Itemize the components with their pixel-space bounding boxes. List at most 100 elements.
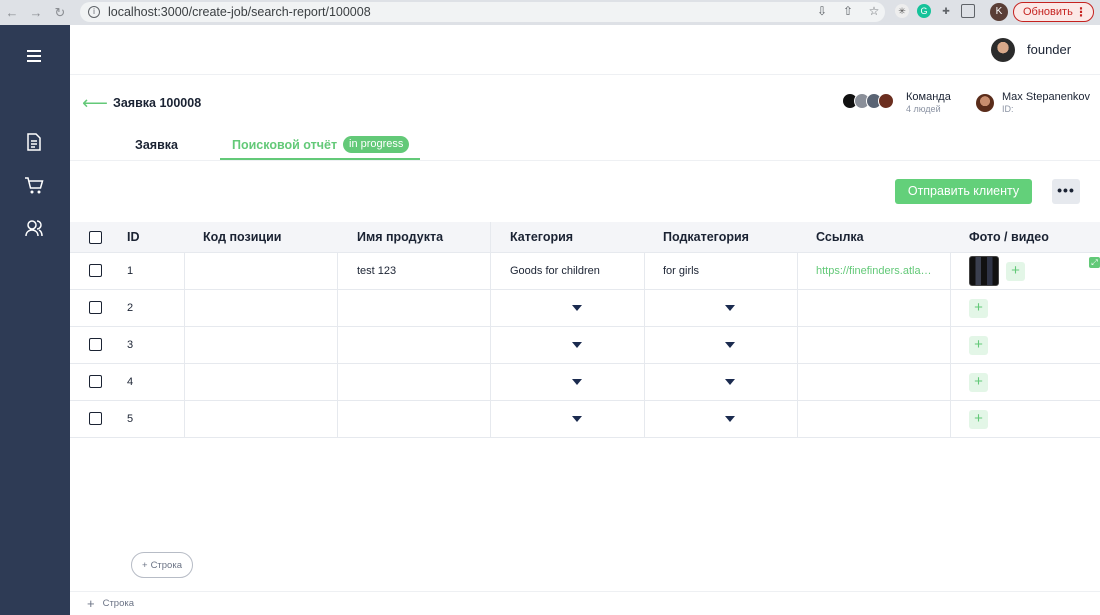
column-header[interactable]: Ссылка [816, 230, 864, 244]
sidebar [0, 25, 70, 615]
menu-icon[interactable] [23, 45, 45, 67]
users-icon[interactable] [23, 217, 45, 239]
share-icon[interactable]: ⇧ [841, 4, 855, 18]
column-header[interactable]: ID [127, 230, 140, 244]
team-count: 4 людей [906, 104, 941, 114]
chevron-down-icon[interactable] [572, 305, 582, 311]
report-table: ID Код позиции Имя продукта Категория По… [70, 222, 1100, 438]
extension-icon[interactable]: ✳ [895, 4, 909, 18]
category-cell[interactable]: Goods for children [510, 253, 600, 289]
info-icon[interactable]: i [88, 6, 100, 18]
add-media-button[interactable]: + [969, 409, 988, 429]
chevron-down-icon[interactable] [725, 416, 735, 422]
table-row: 5 + [70, 401, 1100, 438]
column-header[interactable]: Имя продукта [357, 230, 443, 244]
row-id: 3 [127, 339, 134, 351]
row-id: 5 [127, 413, 134, 425]
tab-request[interactable]: Заявка [135, 138, 178, 152]
top-header: founder [70, 25, 1100, 75]
team-avatar [878, 93, 894, 109]
photo-cell: + [969, 290, 988, 326]
photo-cell: + [969, 364, 988, 400]
more-options-button[interactable]: ••• [1052, 179, 1080, 204]
add-media-button[interactable]: + [969, 298, 988, 318]
add-media-button[interactable]: + [969, 335, 988, 355]
subcategory-dropdown[interactable] [725, 364, 735, 400]
chevron-down-icon[interactable] [572, 379, 582, 385]
table-row: 1 test 123 Goods for children for girls http… [70, 253, 1100, 290]
send-to-client-button[interactable]: Отправить клиенту [895, 179, 1032, 204]
address-bar[interactable]: i localhost:3000/create-job/search-repor… [80, 2, 885, 22]
team-avatars[interactable] [842, 93, 894, 109]
sidepanel-icon[interactable] [961, 4, 975, 18]
tab-search-report[interactable]: Поисковой отчёт in progress [220, 130, 420, 160]
kebab-menu-icon[interactable]: ⋮ [1075, 5, 1087, 19]
plus-icon: + [142, 559, 148, 571]
subcategory-dropdown[interactable] [725, 327, 735, 363]
add-media-button[interactable]: + [1006, 261, 1025, 281]
category-dropdown[interactable] [572, 364, 582, 400]
chevron-down-icon[interactable] [725, 379, 735, 385]
install-icon[interactable]: ⇩ [815, 4, 829, 18]
row-checkbox[interactable] [89, 412, 102, 425]
chevron-down-icon[interactable] [725, 342, 735, 348]
row-checkbox[interactable] [89, 301, 102, 314]
chevron-down-icon[interactable] [572, 342, 582, 348]
table-row: 2 + [70, 290, 1100, 327]
product-name-cell[interactable]: test 123 [357, 253, 396, 289]
forward-nav-icon[interactable]: → [24, 0, 48, 25]
back-arrow-icon[interactable]: ⟵ [82, 93, 108, 114]
add-row-button[interactable]: + Строка [131, 552, 193, 578]
puzzle-icon[interactable]: ✚ [939, 4, 953, 18]
table-row: 3 + [70, 327, 1100, 364]
bookmark-star-icon[interactable]: ☆ [867, 4, 881, 18]
user-name[interactable]: founder [1027, 42, 1071, 57]
photo-thumbnail[interactable] [969, 256, 999, 286]
column-header[interactable]: Подкатегория [663, 230, 749, 244]
title-row: ⟵ Заявка 100008 Команда 4 людей Max Step… [70, 85, 1100, 125]
add-row-footer-label: Строка [102, 598, 135, 609]
expand-icon[interactable]: ⤢ [1089, 257, 1100, 268]
add-row-label: Строка [150, 559, 182, 571]
chevron-down-icon[interactable] [572, 416, 582, 422]
select-all-checkbox[interactable] [89, 231, 102, 244]
tab-search-report-label: Поисковой отчёт [232, 138, 338, 152]
reload-icon[interactable]: ↻ [48, 0, 72, 25]
subcategory-dropdown[interactable] [725, 401, 735, 437]
status-badge: in progress [343, 136, 410, 153]
update-browser-button[interactable]: Обновить ⋮ [1013, 2, 1094, 22]
row-id: 1 [127, 265, 134, 277]
column-header[interactable]: Код позиции [203, 230, 281, 244]
team-label: Команда [906, 91, 951, 103]
row-id: 2 [127, 302, 134, 314]
add-media-button[interactable]: + [969, 372, 988, 392]
avatar[interactable] [991, 38, 1015, 62]
manager-avatar [976, 94, 994, 112]
manager-name: Max Stepanenkov [1002, 91, 1091, 103]
column-header[interactable]: Фото / видео [969, 230, 1049, 244]
browser-toolbar: ← → ↻ i localhost:3000/create-job/search… [0, 0, 1100, 25]
update-label: Обновить [1023, 6, 1073, 18]
back-nav-icon[interactable]: ← [0, 0, 24, 25]
manager-id: ID: [1002, 104, 1014, 114]
category-dropdown[interactable] [572, 401, 582, 437]
link-cell[interactable]: https://finefinders.atla… [816, 253, 932, 289]
add-row-footer[interactable]: + Строка [70, 591, 1100, 615]
category-dropdown[interactable] [572, 290, 582, 326]
photo-cell: + [969, 253, 1025, 289]
row-checkbox[interactable] [89, 338, 102, 351]
category-dropdown[interactable] [572, 327, 582, 363]
cart-icon[interactable] [23, 175, 45, 197]
subcategory-dropdown[interactable] [725, 290, 735, 326]
plus-icon: + [87, 596, 95, 611]
row-id: 4 [127, 376, 134, 388]
document-icon[interactable] [23, 131, 45, 153]
column-header[interactable]: Категория [510, 230, 573, 244]
profile-avatar[interactable]: K [990, 3, 1008, 21]
subcategory-cell[interactable]: for girls [663, 253, 699, 289]
row-checkbox[interactable] [89, 264, 102, 277]
chevron-down-icon[interactable] [725, 305, 735, 311]
row-checkbox[interactable] [89, 375, 102, 388]
table-header: ID Код позиции Имя продукта Категория По… [70, 222, 1100, 253]
grammarly-icon[interactable]: G [917, 4, 931, 18]
